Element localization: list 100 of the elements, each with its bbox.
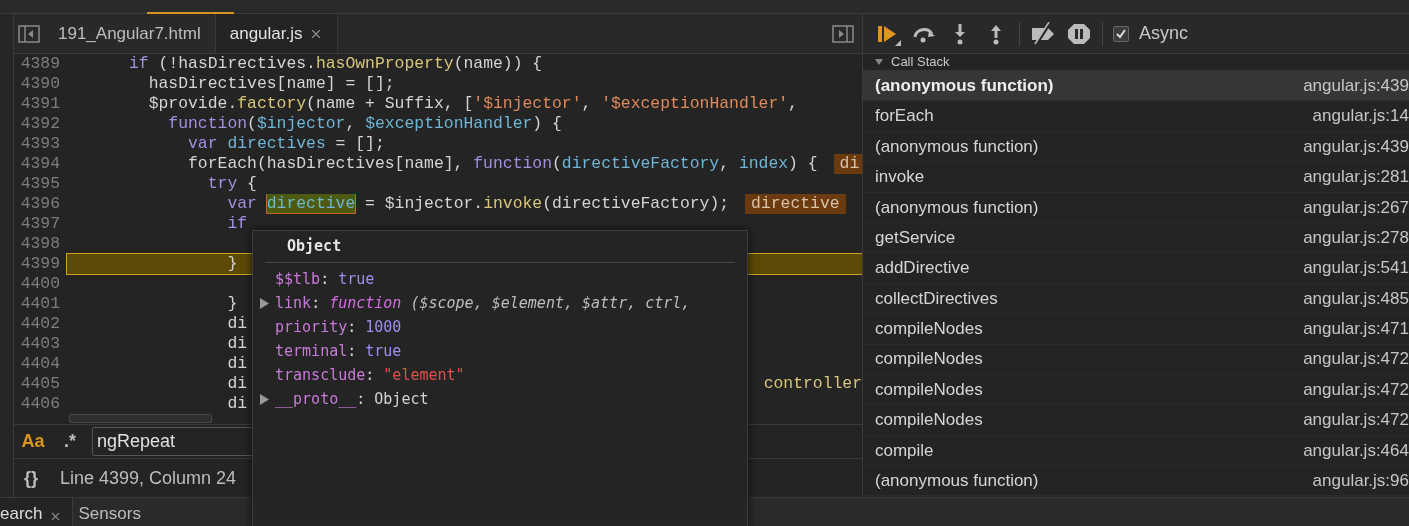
property-key: __proto__ [275, 387, 357, 411]
call-frame[interactable]: (anonymous function) angular.js:439 [863, 71, 1409, 102]
call-frame[interactable]: compile angular.js:464 [863, 435, 1409, 467]
function-name: forEach [875, 105, 934, 128]
call-frame[interactable]: compileNodes angular.js:472 [863, 405, 1409, 436]
call-frame[interactable]: compileNodes angular.js:471 [863, 314, 1409, 345]
function-name: invoke [875, 166, 925, 189]
call-frame[interactable]: (anonymous function) angular.js:267 [863, 192, 1409, 223]
function-name: collectDirectives [875, 287, 998, 310]
code-text: } [226, 294, 238, 314]
frame-location: angular.js:439 [1303, 74, 1409, 97]
call-frame[interactable]: (anonymous function) angular.js:439 [863, 131, 1409, 163]
line-number: 4398 [19, 234, 61, 254]
call-frame[interactable]: collectDirectives angular.js:485 [863, 283, 1409, 315]
code-text: forEach(hasDirectives[name], function(directiveFactory, index) { [187, 154, 818, 174]
expand-arrow-icon[interactable] [259, 297, 269, 309]
pretty-print-button[interactable]: {} [18, 464, 44, 492]
line-number: 4396 [19, 194, 61, 214]
code-text: var directive = $injector.invoke(directiveFactory); [226, 194, 730, 214]
match-case-toggle[interactable]: Aa [18, 428, 48, 455]
property-value: true [338, 268, 375, 290]
frame-location: angular.js:439 [1303, 135, 1409, 158]
deactivate-breakpoints-icon[interactable] [1030, 21, 1056, 46]
line-number: 4406 [19, 394, 61, 414]
call-stack-title: Call Stack [891, 53, 950, 72]
property-value: "element" [383, 364, 465, 386]
frame-location: angular.js:541 [1303, 257, 1409, 280]
property-colon: : [347, 340, 357, 362]
call-frame[interactable]: compileNodes angular.js:472 [863, 374, 1409, 406]
caret-icon[interactable] [875, 58, 883, 66]
async-checkbox[interactable] [1113, 25, 1129, 42]
inline-value: di [833, 154, 862, 174]
line-number: 4401 [19, 294, 61, 314]
line-number: 4389 [19, 54, 61, 74]
inline-value: directive [745, 194, 846, 214]
async-label: Async [1139, 22, 1189, 45]
code-text: di [226, 394, 248, 414]
frame-location: angular.js:485 [1303, 287, 1409, 310]
call-frame[interactable]: forEach angular.js:14 [863, 101, 1409, 132]
line-number: 4392 [19, 114, 61, 134]
function-name: compile [875, 439, 934, 462]
code-text: try { [206, 174, 257, 194]
function-name: compileNodes [875, 409, 983, 432]
pause-exceptions-icon[interactable] [1066, 21, 1092, 46]
frame-location: angular.js:278 [1303, 226, 1409, 249]
code-text: function($injector, $exceptionHandler) { [167, 114, 562, 134]
property-colon: : [356, 388, 366, 410]
drawer-tab[interactable]: Sensors [72, 498, 151, 526]
property-value: 1000 [365, 316, 402, 338]
line-number: 4391 [19, 94, 61, 114]
call-frame[interactable]: addDirective angular.js:541 [863, 253, 1409, 284]
editor-tab[interactable]: 191_Angular7.html [44, 14, 215, 53]
code-text: if [226, 214, 248, 234]
panel-toggle-icon[interactable] [18, 24, 40, 43]
code-text: } [226, 254, 238, 274]
cursor-position: Line 4399, Column 24 [60, 466, 237, 490]
line-number: 4393 [19, 134, 61, 154]
property-value: true [365, 340, 402, 362]
drawer-tab[interactable]: earch [0, 498, 73, 526]
frame-location: angular.js:96 [1312, 470, 1409, 492]
frame-location: angular.js:472 [1303, 409, 1409, 432]
code-text: var directives = []; [187, 134, 385, 154]
function-name: addDirective [875, 257, 970, 280]
code-text: if (!hasDirectives.hasOwnProperty(name)) { [128, 54, 543, 74]
frame-location: angular.js:471 [1303, 318, 1409, 341]
frame-location: angular.js:281 [1303, 166, 1409, 189]
function-name: getService [875, 226, 956, 249]
code-text: $provide.factory(name + Suffix, ['$injector', '$exceptionHandler', [147, 94, 798, 114]
property-colon: : [320, 268, 330, 290]
regex-toggle[interactable]: .* [52, 428, 88, 455]
line-number: 4399 [19, 254, 61, 274]
frame-location: angular.js:267 [1303, 196, 1409, 219]
property-key: priority [275, 315, 348, 339]
editor-tab[interactable]: angular.js [214, 14, 338, 53]
expand-arrow-icon[interactable] [259, 393, 269, 405]
property-value: function ($scope, $element, $attr, ctrl, [329, 292, 691, 314]
call-frame[interactable]: compileNodes angular.js:472 [863, 344, 1409, 375]
line-number: 4400 [19, 274, 61, 294]
popover-title: Object [287, 236, 342, 258]
function-name: (anonymous function) [875, 470, 1039, 492]
call-frame[interactable]: (anonymous function) angular.js:96 [863, 466, 1409, 497]
horizontal-scrollbar[interactable] [69, 414, 212, 423]
frame-location: angular.js:472 [1303, 378, 1409, 401]
code-text: di [226, 354, 248, 374]
panel-toggle-icon[interactable] [832, 24, 854, 43]
property-colon: : [347, 316, 357, 338]
function-name: compileNodes [875, 348, 983, 371]
function-name: (anonymous function) [875, 74, 1054, 97]
frame-location: angular.js:472 [1303, 348, 1409, 371]
function-name: (anonymous function) [875, 196, 1039, 219]
code-text: controller [763, 374, 862, 394]
function-name: (anonymous function) [875, 135, 1039, 158]
line-number: 4404 [19, 354, 61, 374]
property-key: link [275, 291, 312, 315]
line-number: 4403 [19, 334, 61, 354]
call-frame[interactable]: getService angular.js:278 [863, 222, 1409, 254]
line-number: 4397 [19, 214, 61, 234]
call-frame[interactable]: invoke angular.js:281 [863, 162, 1409, 193]
function-name: compileNodes [875, 318, 983, 341]
check-icon [1115, 27, 1127, 40]
